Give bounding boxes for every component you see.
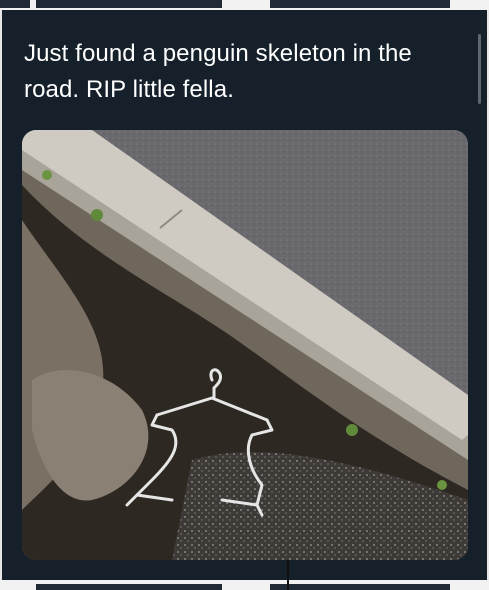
- tweet-text-line: Just found a penguin skeleton in the: [24, 40, 412, 67]
- bottom-edge-segment: [270, 584, 450, 590]
- scrollbar-thumb[interactable]: [478, 34, 481, 104]
- top-edge-segment: [36, 0, 222, 8]
- photo-hanger-on-road-icon: [22, 130, 468, 560]
- tweet-photo[interactable]: [22, 130, 468, 560]
- tweet-text-line: road. RIP little fella.: [24, 76, 234, 103]
- text-cursor-icon: [287, 560, 289, 590]
- top-edge-segment: [0, 0, 30, 8]
- tweet-text: Just found a penguin skeleton in the roa…: [24, 36, 469, 108]
- top-screen-edge: [0, 0, 489, 10]
- bottom-screen-edge: [0, 580, 489, 590]
- bottom-edge-segment: [36, 584, 222, 590]
- top-edge-segment: [270, 0, 450, 8]
